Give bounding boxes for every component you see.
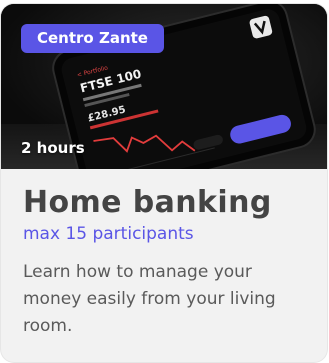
card-content: Home banking max 15 participants Learn h… xyxy=(1,169,327,362)
duration-label: 2 hours xyxy=(21,139,85,157)
participants-label: max 15 participants xyxy=(23,224,194,244)
course-description: Learn how to manage your money easily fr… xyxy=(23,262,276,336)
course-title[interactable]: Home banking xyxy=(23,185,305,221)
hero-image: < Portfolio FTSE 100 £28.95 Centro Zante… xyxy=(1,4,327,169)
course-card[interactable]: < Portfolio FTSE 100 £28.95 Centro Zante… xyxy=(1,4,327,362)
location-badge: Centro Zante xyxy=(21,24,164,53)
